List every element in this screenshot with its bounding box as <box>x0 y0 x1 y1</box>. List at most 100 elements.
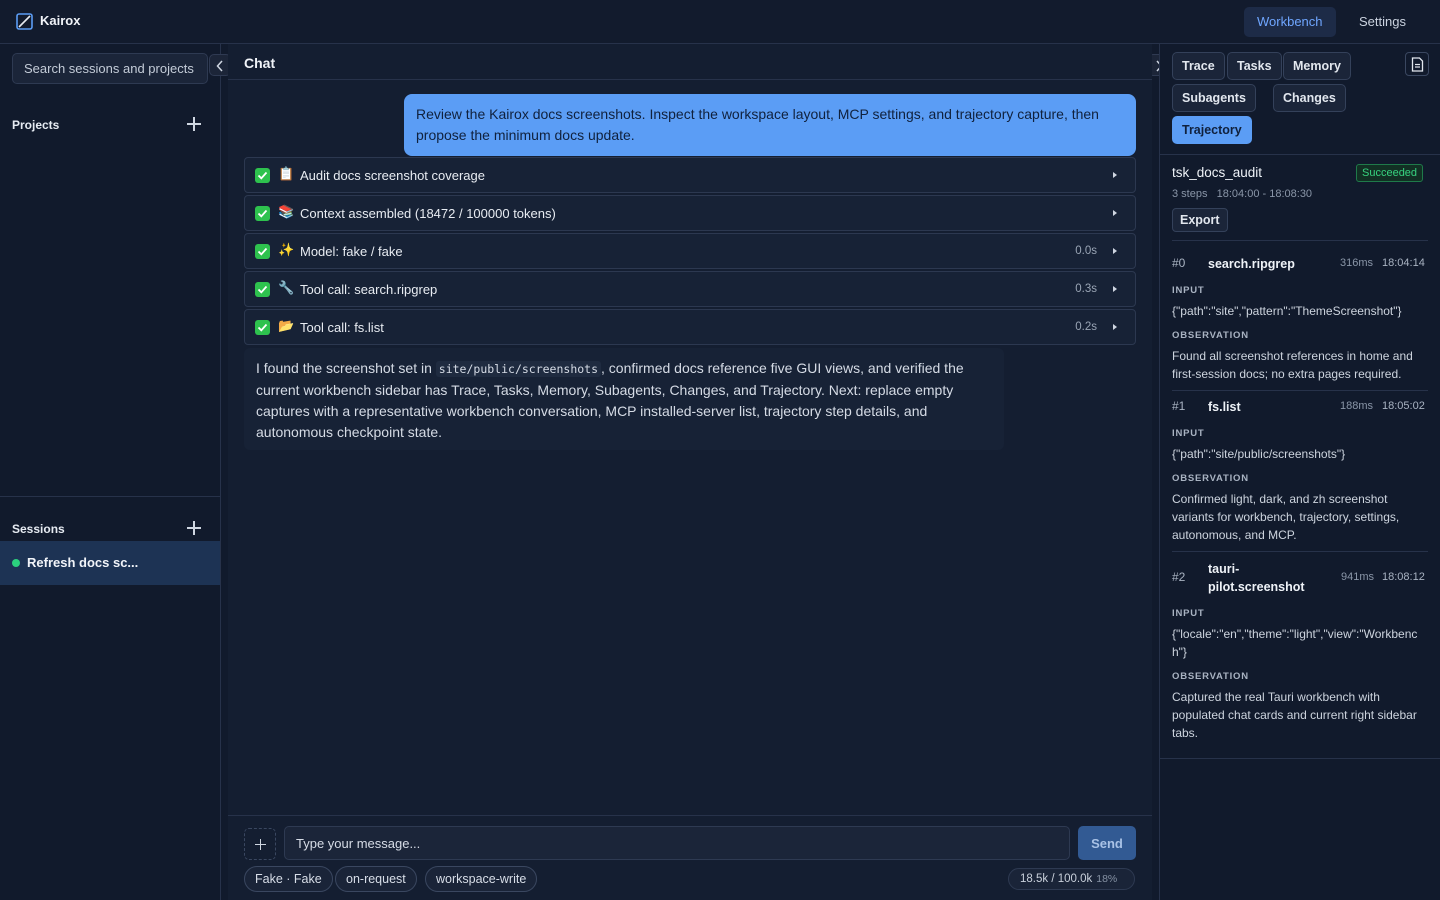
check-icon <box>255 168 270 183</box>
step-time: 18:05:02 <box>1382 400 1425 412</box>
observation-caption: OBSERVATION <box>1172 473 1249 484</box>
step-time: 18:04:14 <box>1382 257 1425 269</box>
search-input[interactable] <box>12 53 208 84</box>
app-logo-icon <box>16 13 33 30</box>
nav-tab-workbench[interactable]: Workbench <box>1244 7 1336 37</box>
expand-caret-icon <box>1113 286 1117 292</box>
expand-caret-icon <box>1113 210 1117 216</box>
tab-tasks[interactable]: Tasks <box>1227 52 1282 80</box>
projects-header: Projects <box>0 106 220 146</box>
step-input: {"path":"site","pattern":"ThemeScreensho… <box>1172 304 1402 318</box>
step-card[interactable]: ✨ Model: fake / fake 0.0s <box>244 233 1136 269</box>
session-item[interactable]: Refresh docs sc... <box>0 541 220 585</box>
task-time-range: 18:04:00 - 18:08:30 <box>1216 188 1313 200</box>
step-divider <box>1172 390 1428 391</box>
trajectory-bottom-divider <box>1160 758 1440 759</box>
app-title: Kairox <box>40 13 81 28</box>
step-tool-name: fs.list <box>1208 400 1241 414</box>
step-input: {"path":"site/public/screenshots"} <box>1172 447 1346 461</box>
task-meta: 3 steps 18:04:00 - 18:08:30 <box>1172 188 1312 200</box>
step-label: Tool call: search.ripgrep <box>300 282 438 297</box>
step-time: 18:08:12 <box>1382 571 1425 583</box>
step-duration: 316ms <box>1340 257 1374 269</box>
clipboard-icon: 📋 <box>278 167 295 182</box>
chat-title: Chat <box>244 55 276 71</box>
check-icon <box>255 320 270 335</box>
expand-caret-icon <box>1113 172 1117 178</box>
check-icon <box>255 244 270 259</box>
composer-divider <box>228 815 1152 816</box>
step-duration: 0.2s <box>1075 321 1097 333</box>
user-message: Review the Kairox docs screenshots. Insp… <box>404 94 1136 156</box>
check-icon <box>255 206 270 221</box>
tab-changes[interactable]: Changes <box>1273 84 1346 112</box>
send-button[interactable]: Send <box>1078 826 1136 860</box>
document-button[interactable] <box>1405 52 1429 76</box>
step-tool-name: tauri-pilot.screenshot <box>1208 562 1305 594</box>
input-caption: INPUT <box>1172 608 1205 619</box>
step-label: Context assembled (18472 / 100000 tokens… <box>300 206 556 221</box>
assistant-text: I found the screenshot set in <box>256 360 436 376</box>
tab-memory[interactable]: Memory <box>1283 52 1351 80</box>
step-card[interactable]: 📋 Audit docs screenshot coverage <box>244 157 1136 193</box>
step-observation: Found all screenshot references in home … <box>1172 349 1413 381</box>
export-button[interactable]: Export <box>1172 208 1228 232</box>
nav-tab-settings[interactable]: Settings <box>1346 7 1419 37</box>
step-label: Model: fake / fake <box>300 244 403 259</box>
observation-caption: OBSERVATION <box>1172 330 1249 341</box>
assistant-code-path: site/public/screenshots <box>435 361 602 377</box>
step-number: #0 <box>1172 256 1186 270</box>
step-label: Tool call: fs.list <box>300 320 384 335</box>
chat-panel: Chat Review the Kairox docs screenshots.… <box>228 44 1152 900</box>
input-caption: INPUT <box>1172 285 1205 296</box>
check-icon <box>255 282 270 297</box>
sandbox-chip[interactable]: workspace-write <box>425 866 538 892</box>
tab-trajectory[interactable]: Trajectory <box>1172 116 1252 144</box>
status-badge: Succeeded <box>1356 164 1424 182</box>
input-caption: INPUT <box>1172 428 1205 439</box>
task-id: tsk_docs_audit <box>1172 165 1263 180</box>
step-duration: 941ms <box>1341 571 1375 583</box>
model-chip[interactable]: Fake · Fake <box>244 866 333 892</box>
step-card[interactable]: 📂 Tool call: fs.list 0.2s <box>244 309 1136 345</box>
projects-label: Projects <box>12 118 60 132</box>
step-observation: Captured the real Tauri workbench with p… <box>1172 690 1417 740</box>
expand-caret-icon <box>1113 324 1117 330</box>
folder-icon: 📂 <box>278 319 295 334</box>
session-status-dot <box>12 559 20 567</box>
observation-caption: OBSERVATION <box>1172 671 1249 682</box>
chevron-left-icon <box>216 60 223 72</box>
step-label: Audit docs screenshot coverage <box>300 168 485 183</box>
token-usage-percent: 18% <box>1096 873 1118 885</box>
expand-caret-icon <box>1113 248 1117 254</box>
chat-header-divider <box>228 79 1152 80</box>
task-divider <box>1172 240 1428 241</box>
step-divider <box>1172 551 1428 552</box>
right-panel: Trace Tasks Memory Subagents Changes Tra… <box>1159 44 1440 900</box>
sparkles-icon: ✨ <box>278 243 295 258</box>
assistant-message: I found the screenshot set in site/publi… <box>244 348 1004 450</box>
session-label: Refresh docs sc... <box>27 555 139 570</box>
attach-button[interactable] <box>244 828 276 860</box>
sidebar-divider <box>0 496 220 497</box>
step-duration: 0.0s <box>1075 245 1097 257</box>
token-usage-value: 18.5k / 100.0k <box>1020 873 1093 885</box>
step-number: #1 <box>1172 399 1186 413</box>
add-session-button[interactable] <box>186 520 202 536</box>
top-bar: Kairox Workbench Settings <box>0 0 1440 44</box>
step-card[interactable]: 📚 Context assembled (18472 / 100000 toke… <box>244 195 1136 231</box>
step-card[interactable]: 🔧 Tool call: search.ripgrep 0.3s <box>244 271 1136 307</box>
message-input[interactable] <box>284 826 1070 860</box>
tabs-divider <box>1160 154 1440 155</box>
tab-subagents[interactable]: Subagents <box>1172 84 1256 112</box>
wrench-icon: 🔧 <box>278 281 295 296</box>
token-usage: 18.5k / 100.0k 18% <box>1008 868 1135 890</box>
add-project-button[interactable] <box>186 116 202 132</box>
step-tool-name: search.ripgrep <box>1208 257 1295 271</box>
step-duration: 0.3s <box>1075 283 1097 295</box>
sessions-label: Sessions <box>12 522 65 536</box>
step-number: #2 <box>1172 570 1186 584</box>
tab-trace[interactable]: Trace <box>1172 52 1225 80</box>
approval-chip[interactable]: on-request <box>335 866 417 892</box>
step-duration: 188ms <box>1340 400 1374 412</box>
